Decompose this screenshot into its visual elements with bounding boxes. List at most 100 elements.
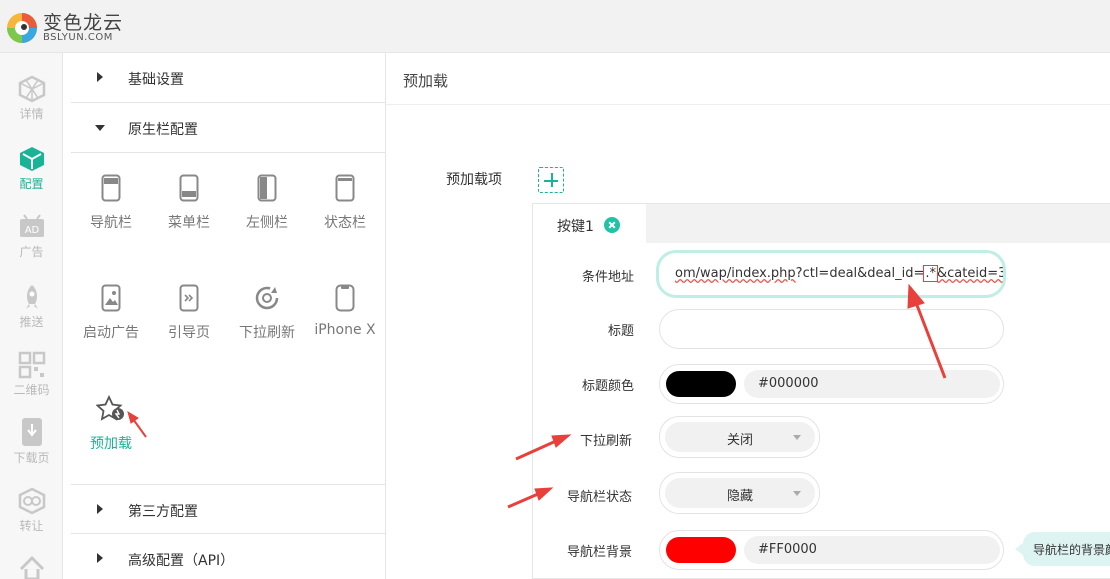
rail-label: 详情 — [19, 107, 44, 121]
rail-item-transfer[interactable]: 转让 — [0, 487, 63, 534]
app-header: 变色龙云 BSLYUN.COM — [0, 0, 1110, 53]
rail-label: 下载页 — [13, 451, 50, 465]
download-page-icon — [21, 418, 42, 446]
select-value: 关闭 — [727, 433, 754, 448]
nav-state-select[interactable]: 隐藏 — [659, 472, 820, 514]
tile-label: 启动广告 — [83, 325, 139, 341]
section-advanced[interactable]: 高级配置（API） — [71, 534, 385, 579]
tile-guide[interactable]: 引导页 — [150, 284, 228, 342]
tile-statusbar[interactable]: 状态栏 — [306, 174, 384, 232]
tile-splash-ad[interactable]: 启动广告 — [72, 284, 150, 342]
rail-item-more[interactable] — [0, 555, 63, 579]
caret-right-icon — [97, 504, 103, 514]
rail-item-push[interactable]: 推送 — [0, 283, 63, 330]
add-preload-button[interactable] — [538, 167, 564, 193]
section-basic[interactable]: 基础设置 — [71, 53, 385, 103]
transfer-icon — [18, 487, 45, 515]
section-label: 基础设置 — [128, 72, 184, 88]
app-rail: 详情 配置 AD 广告 推送 二维码 下载页 转让 — [0, 53, 63, 579]
section-label: 原生栏配置 — [128, 122, 198, 138]
nav-bg-tooltip: 导航栏的背景颜 — [1015, 532, 1110, 566]
tile-label: iPhone X — [314, 322, 376, 338]
tab-button-1[interactable]: 按键1 — [533, 204, 646, 244]
qrcode-icon — [18, 351, 45, 379]
brand-name: 变色龙云 — [43, 12, 124, 34]
tile-menubar[interactable]: 菜单栏 — [150, 174, 228, 232]
title-color-field: #000000 — [659, 364, 1004, 404]
tile-label: 左侧栏 — [246, 215, 288, 231]
pull-refresh-label: 下拉刷新 — [579, 434, 632, 449]
pull-refresh-icon — [255, 286, 279, 310]
splash-ad-icon — [101, 284, 121, 312]
section-third-party[interactable]: 第三方配置 — [71, 484, 385, 534]
caret-right-icon — [97, 72, 103, 82]
close-icon[interactable] — [604, 217, 620, 233]
select-value: 隐藏 — [727, 489, 754, 504]
guide-page-icon — [179, 284, 199, 312]
rail-item-download[interactable]: 下载页 — [0, 417, 63, 466]
sidebar-phone-icon — [257, 174, 277, 202]
condition-url-label: 条件地址 — [581, 270, 634, 285]
tile-label: 引导页 — [168, 325, 210, 341]
statusbar-phone-icon — [335, 174, 355, 202]
tile-preload[interactable]: 预加载 — [72, 395, 150, 453]
title-color-label: 标题颜色 — [581, 379, 634, 394]
url-regex-highlight: .* — [923, 265, 938, 282]
tile-pull-refresh[interactable]: 下拉刷新 — [228, 284, 306, 342]
section-label: 第三方配置 — [128, 504, 198, 520]
section-native[interactable]: 原生栏配置 — [71, 103, 385, 153]
main-content: 预加载 预加载项 按键1 条件地址 om/wap/index.php?ctl=d… — [386, 53, 1110, 579]
nav-bg-hex-input[interactable]: #FF0000 — [744, 536, 1000, 564]
caret-down-icon — [793, 435, 801, 440]
rail-label: 广告 — [19, 245, 44, 259]
tile-sidebar[interactable]: 左侧栏 — [228, 174, 306, 232]
menubar-phone-icon — [179, 174, 199, 202]
tile-label: 菜单栏 — [168, 215, 210, 231]
rail-label: 转让 — [19, 519, 44, 533]
select-box: 隐藏 — [665, 478, 815, 508]
upload-icon — [19, 555, 44, 579]
divider — [386, 104, 1110, 105]
chameleon-logo-icon[interactable] — [4, 6, 40, 46]
title-color-hex-input[interactable]: #000000 — [744, 370, 1000, 398]
caret-down-icon — [95, 125, 105, 131]
svg-text:AD: AD — [24, 225, 39, 236]
navbar-phone-icon — [101, 174, 121, 202]
nav-bg-label: 导航栏背景 — [566, 545, 632, 560]
caret-down-icon — [793, 491, 801, 496]
nav-bg-hex: #FF0000 — [758, 542, 817, 557]
rail-item-ads[interactable]: AD 广告 — [0, 213, 63, 260]
nav-state-label: 导航栏状态 — [566, 490, 632, 505]
tile-iphone-x[interactable]: iPhone X — [306, 284, 384, 338]
config-panel: 基础设置 原生栏配置 导航栏 菜单栏 左侧栏 状态栏 启动广告 引导页 下拉刷新… — [71, 53, 386, 579]
page-title: 预加载 — [403, 72, 449, 90]
tile-label: 状态栏 — [324, 215, 366, 231]
rail-label: 推送 — [19, 315, 44, 329]
url-query: ?ctl=deal&deal_id= — [795, 266, 925, 281]
tile-label: 导航栏 — [90, 215, 132, 231]
rail-item-qrcode[interactable]: 二维码 — [0, 351, 63, 398]
title-color-swatch[interactable] — [666, 371, 736, 397]
nav-bg-color-swatch[interactable] — [666, 537, 736, 563]
rail-label: 配置 — [19, 177, 44, 191]
star-icon — [96, 395, 124, 421]
iphone-x-icon — [335, 284, 355, 312]
pull-refresh-select[interactable]: 关闭 — [659, 416, 820, 458]
cube-icon — [19, 147, 44, 171]
title-input[interactable] — [659, 309, 1004, 349]
brand-domain: BSLYUN.COM — [43, 32, 113, 43]
tile-navbar[interactable]: 导航栏 — [72, 174, 150, 232]
rail-label: 二维码 — [13, 383, 50, 397]
preload-item-card: 按键1 条件地址 om/wap/index.php?ctl=deal&deal_… — [532, 203, 1110, 579]
tooltip-text: 导航栏的背景颜 — [1033, 543, 1110, 557]
rail-item-config[interactable]: 配置 — [0, 145, 63, 192]
rail-item-details[interactable]: 详情 — [0, 75, 63, 122]
tile-label: 预加载 — [90, 436, 132, 452]
nav-bg-color-field: #FF0000 — [659, 530, 1004, 570]
title-color-hex: #000000 — [758, 376, 819, 391]
cube-outline-icon — [18, 75, 45, 103]
section-label: 高级配置（API） — [128, 553, 235, 569]
condition-url-input[interactable]: om/wap/index.php?ctl=deal&deal_id=.*&cat… — [656, 250, 1006, 298]
title-label: 标题 — [607, 324, 634, 339]
select-box: 关闭 — [665, 422, 815, 452]
